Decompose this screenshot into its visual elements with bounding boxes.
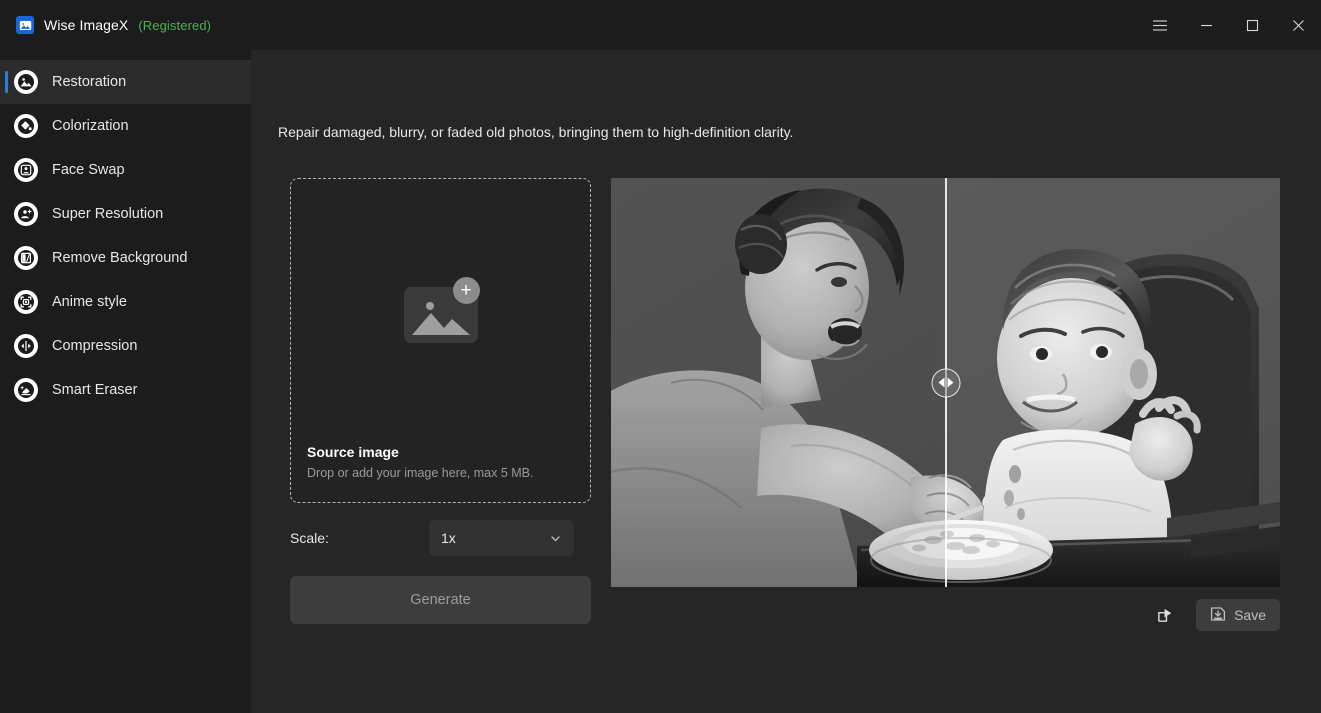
share-icon[interactable] xyxy=(1150,600,1180,630)
sidebar-item-colorization[interactable]: Colorization xyxy=(0,104,251,148)
compression-icon xyxy=(14,334,38,358)
registered-label: (Registered) xyxy=(138,17,212,33)
sidebar-item-remove-background[interactable]: Remove Background xyxy=(0,236,251,280)
scale-row: Scale: 1x xyxy=(290,520,591,556)
image-placeholder-icon: + xyxy=(403,277,480,343)
sidebar-item-label: Anime style xyxy=(52,294,127,310)
active-accent-bar xyxy=(5,203,8,225)
sidebar-item-compression[interactable]: Compression xyxy=(0,324,251,368)
main-content: Repair damaged, blurry, or faded old pho… xyxy=(251,50,1321,713)
arrow-left-icon xyxy=(938,377,945,388)
minimize-icon[interactable] xyxy=(1183,0,1229,50)
active-accent-bar xyxy=(5,115,8,137)
preview-actions: Save xyxy=(611,595,1280,635)
active-accent-bar xyxy=(5,159,8,181)
anime-style-icon xyxy=(14,290,38,314)
compare-slider-handle[interactable] xyxy=(931,368,961,397)
dropzone-text: Source image Drop or add your image here… xyxy=(307,444,534,480)
sidebar: Restoration Colorization Face Swap Super… xyxy=(0,50,251,713)
smart-eraser-icon xyxy=(14,378,38,402)
sidebar-item-label: Remove Background xyxy=(52,250,188,266)
app-window: Wise ImageX (Registered) Restoration Col… xyxy=(0,0,1321,713)
sidebar-item-label: Compression xyxy=(52,338,138,354)
sidebar-item-smart-eraser[interactable]: Smart Eraser xyxy=(0,368,251,412)
sidebar-item-label: Face Swap xyxy=(52,162,125,178)
arrow-right-icon xyxy=(947,377,954,388)
close-icon[interactable] xyxy=(1275,0,1321,50)
sidebar-item-face-swap[interactable]: Face Swap xyxy=(0,148,251,192)
sidebar-item-label: Restoration xyxy=(52,74,127,90)
sidebar-item-anime-style[interactable]: Anime style xyxy=(0,280,251,324)
generate-button-label: Generate xyxy=(410,592,471,608)
maximize-icon[interactable] xyxy=(1229,0,1275,50)
active-accent-bar xyxy=(5,71,8,93)
hamburger-menu-icon[interactable] xyxy=(1137,0,1183,50)
active-accent-bar xyxy=(5,247,8,269)
app-title: Wise ImageX xyxy=(44,17,129,33)
active-accent-bar xyxy=(5,291,8,313)
app-body: Restoration Colorization Face Swap Super… xyxy=(0,50,1321,713)
sidebar-item-label: Smart Eraser xyxy=(52,382,138,398)
window-controls xyxy=(1137,0,1321,50)
sidebar-item-label: Super Resolution xyxy=(52,206,164,222)
save-icon xyxy=(1210,606,1226,625)
generate-button[interactable]: Generate xyxy=(290,576,591,624)
add-image-badge[interactable]: + xyxy=(452,277,480,304)
active-accent-bar xyxy=(5,379,8,401)
title-bar-left: Wise ImageX (Registered) xyxy=(0,16,211,34)
colorization-icon xyxy=(14,114,38,138)
restoration-icon xyxy=(14,70,38,94)
scale-select[interactable]: 1x xyxy=(429,520,574,556)
face-swap-icon xyxy=(14,158,38,182)
source-image-dropzone[interactable]: + Source image Drop or add your image he… xyxy=(290,178,591,503)
image-preview[interactable] xyxy=(611,178,1280,587)
chevron-down-icon xyxy=(549,532,562,545)
save-button[interactable]: Save xyxy=(1196,599,1280,631)
active-accent-bar xyxy=(5,335,8,357)
title-bar: Wise ImageX (Registered) xyxy=(0,0,1321,50)
image-app-icon xyxy=(16,16,34,34)
sidebar-item-restoration[interactable]: Restoration xyxy=(0,60,251,104)
scale-label: Scale: xyxy=(290,530,329,546)
save-button-label: Save xyxy=(1234,607,1266,623)
sidebar-item-super-resolution[interactable]: Super Resolution xyxy=(0,192,251,236)
dropzone-title: Source image xyxy=(307,444,399,460)
remove-background-icon xyxy=(14,246,38,270)
super-resolution-icon xyxy=(14,202,38,226)
scale-value: 1x xyxy=(441,530,456,546)
feature-description: Repair damaged, blurry, or faded old pho… xyxy=(278,124,794,140)
sidebar-item-label: Colorization xyxy=(52,118,129,134)
dropzone-hint: Drop or add your image here, max 5 MB. xyxy=(307,466,534,480)
